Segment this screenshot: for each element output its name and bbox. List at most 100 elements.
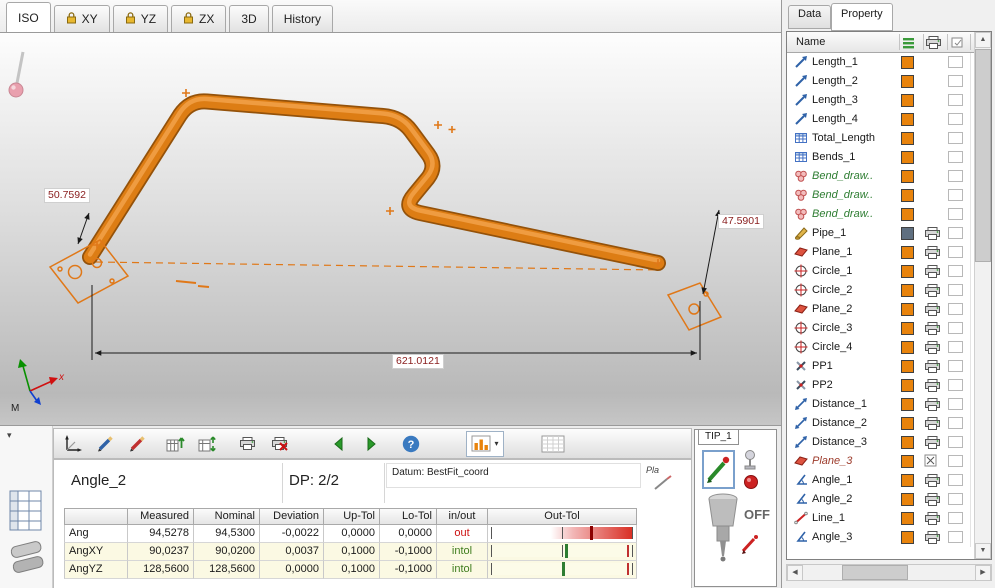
tree-item-length-2[interactable]: Length_2	[787, 72, 974, 91]
tree-item-length-1[interactable]: Length_1	[787, 53, 974, 72]
plane-feature-chip[interactable]: Pla	[646, 465, 680, 499]
report-checkbox[interactable]	[948, 151, 963, 163]
pen-blue-icon[interactable]	[92, 431, 118, 457]
report-checkbox[interactable]	[948, 284, 963, 296]
tree-item-plane-1[interactable]: Plane_1	[787, 243, 974, 262]
color-swatch[interactable]	[901, 474, 914, 487]
report-checkbox[interactable]	[948, 398, 963, 410]
color-swatch[interactable]	[901, 227, 914, 240]
tab-property[interactable]: Property	[831, 3, 893, 31]
tree-item-circle-3[interactable]: Circle_3	[787, 319, 974, 338]
viewport-tab-iso[interactable]: ISO	[6, 2, 51, 32]
pen-red-icon[interactable]	[124, 431, 150, 457]
report-checkbox[interactable]	[948, 436, 963, 448]
color-swatch[interactable]	[901, 341, 914, 354]
printer-icon[interactable]	[234, 431, 260, 457]
tree-item-circle-1[interactable]: Circle_1	[787, 262, 974, 281]
color-swatch[interactable]	[901, 512, 914, 525]
printer-icon[interactable]	[924, 283, 940, 297]
report-checkbox[interactable]	[948, 474, 963, 486]
next-icon[interactable]	[358, 431, 384, 457]
report-checkbox[interactable]	[948, 265, 963, 277]
color-swatch[interactable]	[901, 493, 914, 506]
scroll-up-button[interactable]: ▲	[975, 32, 991, 48]
tree-item-circle-4[interactable]: Circle_4	[787, 338, 974, 357]
printer-icon[interactable]	[924, 340, 940, 354]
color-swatch[interactable]	[901, 94, 914, 107]
tab-data[interactable]: Data	[788, 5, 831, 29]
viewport-tab-zx[interactable]: ZX	[171, 5, 226, 32]
viewport-tab-3d[interactable]: 3D	[229, 5, 268, 32]
pipes-icon[interactable]	[7, 536, 47, 581]
scrollbar-thumb[interactable]	[842, 565, 908, 580]
color-swatch[interactable]	[901, 189, 914, 202]
color-swatch[interactable]	[901, 208, 914, 221]
tree-item-bends-1[interactable]: Bends_1	[787, 148, 974, 167]
tree-item-angle-1[interactable]: Angle_1	[787, 471, 974, 490]
tree-item-bend-draw-[interactable]: Bend_draw..	[787, 167, 974, 186]
report-checkbox[interactable]	[948, 379, 963, 391]
report-checkbox[interactable]	[948, 132, 963, 144]
table-row-angxy[interactable]: AngXY90,023790,02000,00370,1000-0,1000in…	[64, 543, 637, 561]
printer-icon[interactable]	[924, 264, 940, 278]
color-swatch[interactable]	[901, 151, 914, 164]
tree-item-plane-3[interactable]: Plane_3	[787, 452, 974, 471]
previous-icon[interactable]	[326, 431, 352, 457]
report-checkbox[interactable]	[948, 493, 963, 505]
color-swatch[interactable]	[901, 75, 914, 88]
red-ball-icon[interactable]	[743, 474, 759, 493]
viewport-tab-xy[interactable]: XY	[54, 5, 110, 32]
report-checkbox[interactable]	[948, 94, 963, 106]
horizontal-scrollbar[interactable]: ◀ ▶	[786, 564, 992, 581]
printer-icon[interactable]	[924, 511, 940, 525]
report-column-icon[interactable]	[950, 35, 965, 53]
chart-icon[interactable]: ▾	[466, 431, 504, 457]
tree-item-length-4[interactable]: Length_4	[787, 110, 974, 129]
coordinate-system-icon[interactable]	[60, 431, 86, 457]
report-checkbox[interactable]	[948, 417, 963, 429]
scroll-down-button[interactable]: ▼	[975, 543, 991, 559]
report-checkbox[interactable]	[948, 75, 963, 87]
chart-dropdown-arrow[interactable]: ▾	[494, 439, 498, 448]
tree-item-angle-2[interactable]: Angle_2	[787, 490, 974, 509]
red-pen-icon[interactable]	[739, 532, 761, 559]
printer-icon[interactable]	[924, 226, 940, 240]
color-swatch[interactable]	[901, 436, 914, 449]
tree-item-total-length[interactable]: Total_Length	[787, 129, 974, 148]
tip-panel-title[interactable]: TIP_1	[698, 429, 739, 445]
viewport-3d-canvas[interactable]: x M 50.7592 47.5901 621.0121	[0, 33, 781, 425]
printer-icon[interactable]	[924, 473, 940, 487]
tree-item-distance-2[interactable]: Distance_2	[787, 414, 974, 433]
color-swatch[interactable]	[901, 417, 914, 430]
printer-icon[interactable]	[924, 530, 940, 544]
tree-item-bend-draw-[interactable]: Bend_draw..	[787, 186, 974, 205]
table-import-icon[interactable]	[162, 431, 188, 457]
report-checkbox[interactable]	[948, 227, 963, 239]
sphere-pin-icon[interactable]	[738, 448, 762, 475]
report-checkbox[interactable]	[948, 531, 963, 543]
report-checkbox[interactable]	[948, 455, 963, 467]
color-swatch[interactable]	[901, 132, 914, 145]
tree-item-line-1[interactable]: Line_1	[787, 509, 974, 528]
report-checkbox[interactable]	[948, 341, 963, 353]
tree-item-pipe-1[interactable]: Pipe_1	[787, 224, 974, 243]
chevron-down-icon[interactable]: ▾	[7, 430, 12, 441]
tree-item-length-3[interactable]: Length_3	[787, 91, 974, 110]
name-column-header[interactable]: Name	[796, 36, 825, 48]
report-checkbox[interactable]	[948, 208, 963, 220]
color-swatch[interactable]	[901, 398, 914, 411]
report-checkbox[interactable]	[948, 113, 963, 125]
vertical-scrollbar[interactable]: ▲ ▼	[974, 32, 991, 559]
color-swatch[interactable]	[901, 303, 914, 316]
color-swatch[interactable]	[901, 113, 914, 126]
scrollbar-thumb[interactable]	[975, 49, 991, 262]
scroll-right-button[interactable]: ▶	[975, 565, 991, 581]
printer-icon[interactable]	[924, 492, 940, 506]
printer-delete-icon[interactable]	[266, 431, 292, 457]
printer-icon[interactable]	[924, 397, 940, 411]
excluded-checkbox-icon[interactable]	[924, 454, 940, 468]
report-checkbox[interactable]	[948, 512, 963, 524]
tree-item-plane-2[interactable]: Plane_2	[787, 300, 974, 319]
color-swatch[interactable]	[901, 246, 914, 259]
printer-icon[interactable]	[924, 245, 940, 259]
